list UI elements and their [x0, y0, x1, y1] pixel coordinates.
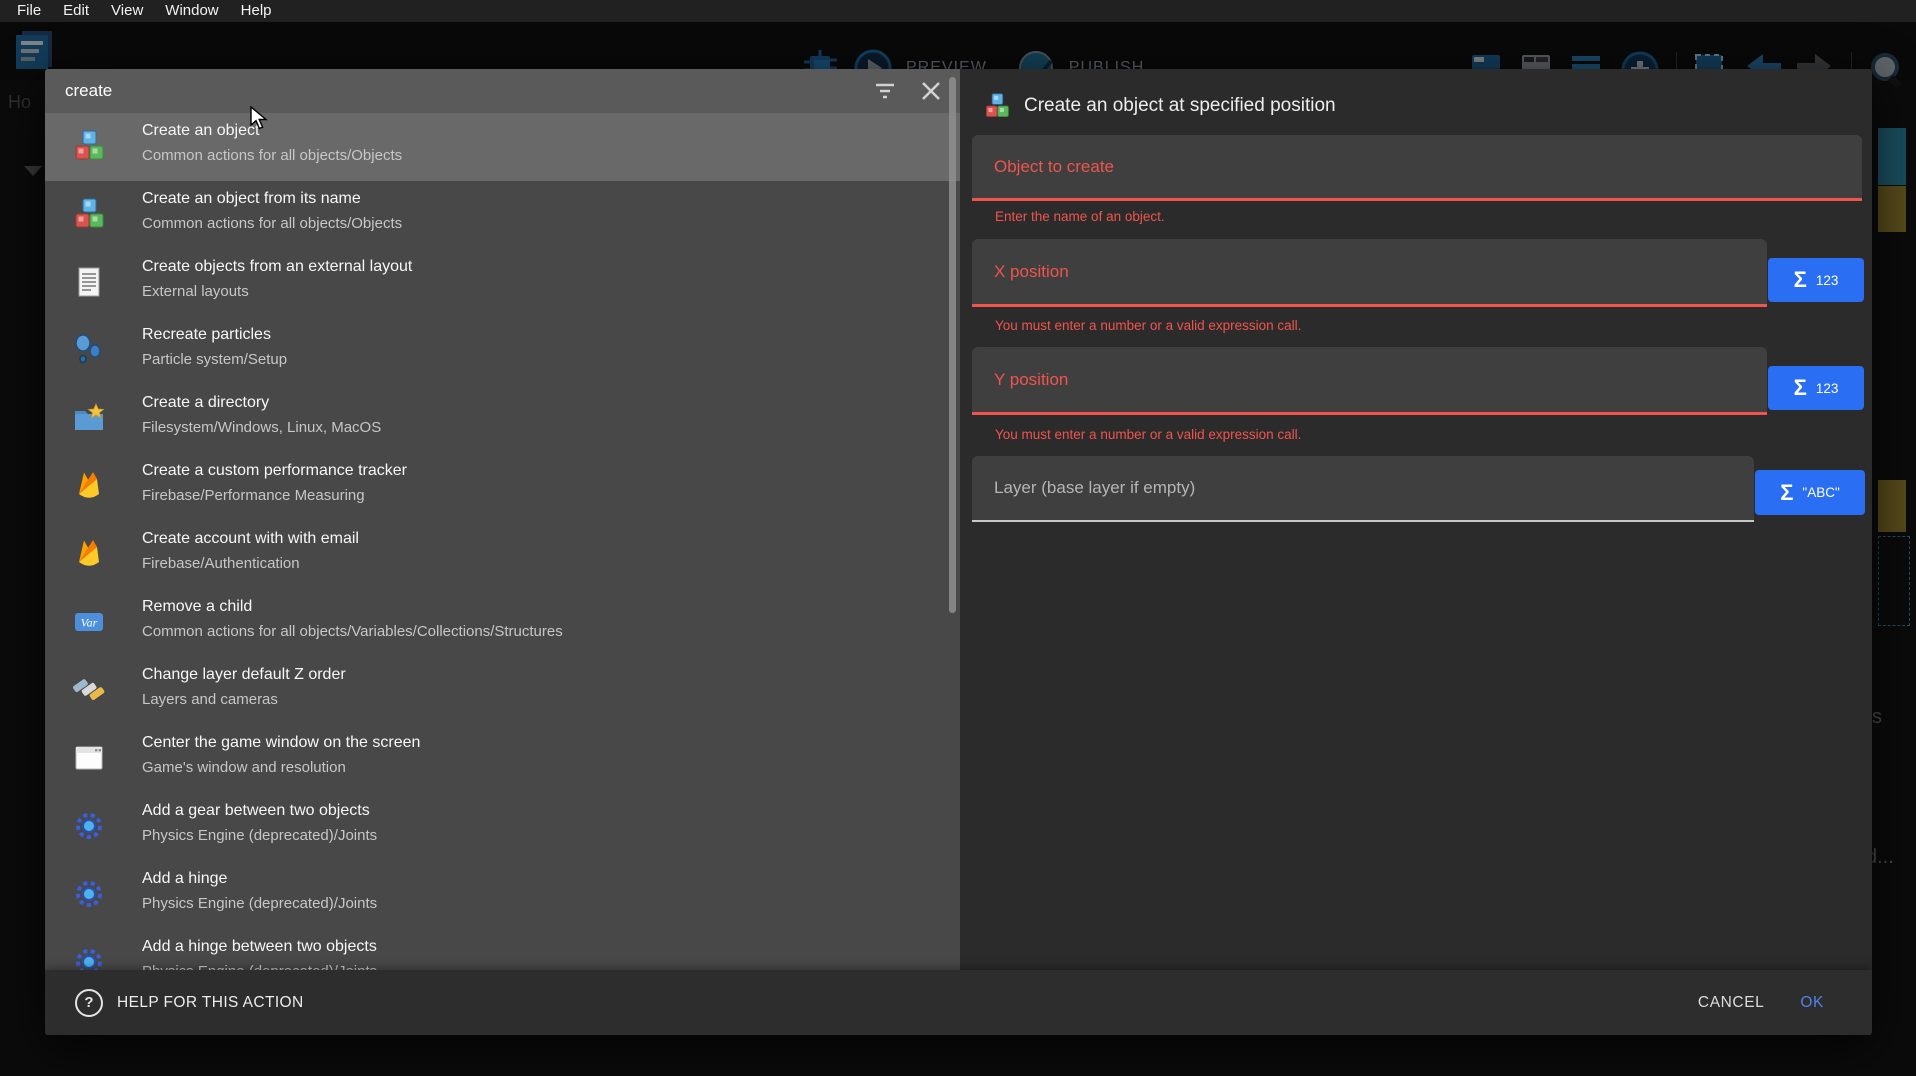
result-row[interactable]: Var Remove a child Common actions for all … [45, 589, 960, 657]
field-helper-text: You must enter a number or a valid expre… [995, 318, 1301, 333]
field-input-x-position[interactable]: X position [972, 239, 1767, 307]
action-search-panel: create Create an object Common actions fo… [45, 69, 960, 970]
result-row[interactable]: Create account with with email Firebase/A… [45, 521, 960, 589]
search-results-list: Create an object Common actions for all o… [45, 113, 960, 970]
field-label: X position [994, 262, 1069, 282]
sigma-icon: Σ [1780, 482, 1793, 504]
result-subtitle: External layouts [142, 283, 249, 300]
expression-builder-button[interactable]: Σ 123 [1768, 258, 1864, 302]
result-subtitle: Physics Engine (deprecated)/Joints [142, 895, 377, 912]
field-input-object-to-create[interactable]: Object to create [972, 135, 1862, 201]
variable-icon: Var [73, 606, 105, 638]
result-title: Add a hinge between two objects [142, 938, 377, 956]
help-icon: ? [75, 989, 103, 1017]
result-row[interactable]: Create a custom performance tracker Fireb… [45, 453, 960, 521]
search-bar[interactable]: create [45, 69, 960, 113]
search-input[interactable]: create [65, 81, 852, 101]
result-subtitle: Common actions for all objects/Objects [142, 215, 402, 232]
result-title: Center the game window on the screen [142, 734, 420, 752]
field-label: Layer (base layer if empty) [994, 478, 1195, 498]
field-label: Y position [994, 370, 1068, 390]
particles-icon [73, 334, 105, 366]
result-row[interactable]: Center the game window on the screen Game… [45, 725, 960, 793]
menu-bar: FileEditViewWindowHelp [0, 0, 1916, 22]
sigma-icon: Σ [1794, 269, 1807, 291]
physics-icon [73, 810, 105, 842]
expression-type-label: "ABC" [1802, 485, 1839, 500]
result-row[interactable]: Recreate particles Particle system/Setup [45, 317, 960, 385]
result-title: Create an object from its name [142, 190, 361, 208]
help-button[interactable]: ? HELP FOR THIS ACTION [75, 989, 304, 1017]
menu-item-help[interactable]: Help [230, 0, 283, 22]
menu-item-window[interactable]: Window [154, 0, 229, 22]
result-row[interactable]: Create objects from an external layout Ex… [45, 249, 960, 317]
result-subtitle: Firebase/Authentication [142, 555, 300, 572]
result-subtitle: Firebase/Performance Measuring [142, 487, 365, 504]
result-subtitle: Common actions for all objects/Variables… [142, 623, 563, 640]
expression-type-label: 123 [1816, 273, 1839, 288]
result-row[interactable]: Add a hinge Physics Engine (deprecated)/J… [45, 861, 960, 929]
result-row[interactable]: Create a directory Filesystem/Windows, Li… [45, 385, 960, 453]
result-subtitle: Filesystem/Windows, Linux, MacOS [142, 419, 381, 436]
result-row[interactable]: Add a hinge between two objects Physics E… [45, 929, 960, 970]
gdevelop-app: FileEditViewWindowHelp PREVIEW PUBLISH [0, 0, 1916, 1076]
dialog-footer: ? HELP FOR THIS ACTION CANCEL OK [45, 970, 1872, 1035]
result-title: Create a custom performance tracker [142, 462, 407, 480]
result-subtitle: Physics Engine (deprecated)/Joints [142, 827, 377, 844]
result-row[interactable]: Create an object from its name Common act… [45, 181, 960, 249]
directory-icon [73, 402, 105, 434]
result-title: Remove a child [142, 598, 252, 616]
firebase-icon [73, 538, 105, 570]
field-helper-text: Enter the name of an object. [995, 209, 1165, 224]
result-subtitle: Particle system/Setup [142, 351, 287, 368]
result-title: Recreate particles [142, 326, 271, 344]
result-title: Add a hinge [142, 870, 227, 888]
objects-icon [73, 198, 105, 230]
physics-icon [73, 878, 105, 910]
ok-button[interactable]: OK [1782, 984, 1842, 1022]
menu-item-file[interactable]: File [6, 0, 52, 22]
results-scrollbar[interactable] [949, 77, 956, 613]
layers-icon [73, 674, 105, 706]
result-title: Change layer default Z order [142, 666, 346, 684]
external-layout-icon [73, 266, 105, 298]
sigma-icon: Σ [1794, 377, 1807, 399]
expression-builder-button[interactable]: Σ 123 [1768, 366, 1864, 410]
cancel-button[interactable]: CANCEL [1680, 984, 1782, 1022]
objects-icon [984, 93, 1010, 119]
result-title: Create an object [142, 122, 259, 140]
result-title: Create account with with email [142, 530, 359, 548]
result-title: Create objects from an external layout [142, 258, 412, 276]
result-row[interactable]: Add a gear between two objects Physics En… [45, 793, 960, 861]
expression-type-label: 123 [1816, 381, 1839, 396]
field-helper-text: You must enter a number or a valid expre… [995, 427, 1301, 442]
result-row[interactable]: Change layer default Z order Layers and c… [45, 657, 960, 725]
result-title: Add a gear between two objects [142, 802, 370, 820]
result-subtitle: Common actions for all objects/Objects [142, 147, 402, 164]
close-icon[interactable] [918, 78, 944, 104]
physics-icon [73, 946, 105, 970]
menu-item-view[interactable]: View [100, 0, 154, 22]
menu-item-edit[interactable]: Edit [52, 0, 100, 22]
expression-builder-button[interactable]: Σ "ABC" [1755, 470, 1865, 515]
firebase-icon [73, 470, 105, 502]
action-title: Create an object at specified position [1024, 95, 1336, 117]
result-subtitle: Physics Engine (deprecated)/Joints [142, 963, 377, 970]
instruction-editor-dialog: create Create an object Common actions fo… [45, 69, 1872, 1035]
result-title: Create a directory [142, 394, 269, 412]
filter-icon[interactable] [872, 78, 898, 104]
action-header: Create an object at specified position [984, 93, 1336, 119]
action-parameters-panel: Create an object at specified position O… [960, 69, 1872, 970]
field-label: Object to create [994, 157, 1114, 177]
svg-text:Var: Var [81, 616, 98, 630]
result-row[interactable]: Create an object Common actions for all o… [45, 113, 960, 181]
result-subtitle: Layers and cameras [142, 691, 278, 708]
objects-icon [73, 130, 105, 162]
window-icon [73, 742, 105, 774]
field-input-layer-base-layer-if-empty[interactable]: Layer (base layer if empty) [972, 456, 1754, 522]
result-subtitle: Game's window and resolution [142, 759, 346, 776]
field-input-y-position[interactable]: Y position [972, 347, 1767, 415]
help-label: HELP FOR THIS ACTION [117, 994, 304, 1012]
